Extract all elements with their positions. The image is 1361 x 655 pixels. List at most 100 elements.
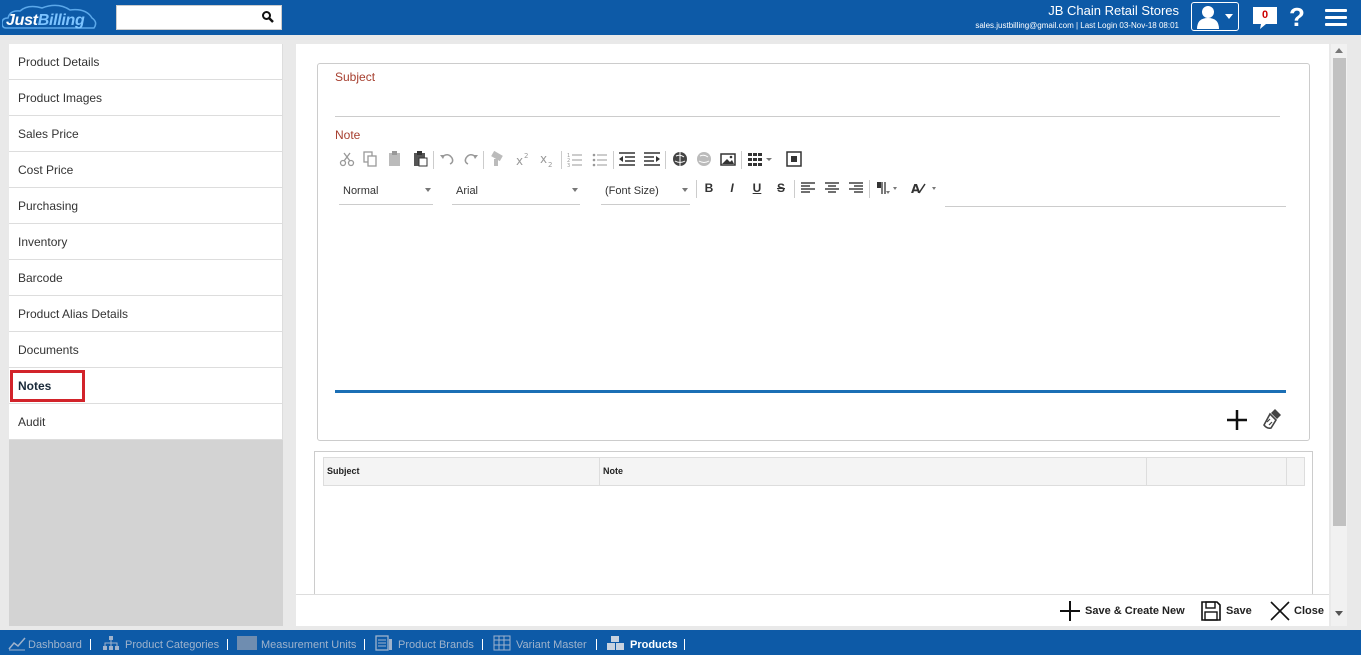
- chevron-down-icon: [1225, 14, 1233, 19]
- font-select[interactable]: Arial: [452, 183, 580, 205]
- toolbar-separator: [869, 180, 870, 198]
- svg-text:3: 3: [567, 163, 570, 168]
- footer-tab-label: Product Brands: [398, 639, 474, 651]
- numbered-list-icon[interactable]: 123: [566, 150, 584, 168]
- search-input[interactable]: [117, 6, 257, 29]
- cut-icon[interactable]: [338, 150, 356, 168]
- bold-button[interactable]: B: [701, 180, 717, 196]
- save-label: Save: [1226, 605, 1252, 617]
- hamburger-menu-icon[interactable]: [1325, 9, 1347, 27]
- user-menu-button[interactable]: [1191, 2, 1239, 31]
- footer-separator: [596, 639, 597, 650]
- app-logo[interactable]: JustBilling: [2, 4, 98, 32]
- align-left-icon[interactable]: [800, 180, 816, 196]
- copy-icon[interactable]: [361, 150, 379, 168]
- boxes-icon: [607, 636, 624, 650]
- logo-text: JustBilling: [6, 12, 85, 29]
- superscript-icon[interactable]: x2: [514, 150, 532, 168]
- grid-icon: [493, 635, 511, 651]
- align-center-icon[interactable]: [824, 180, 840, 196]
- sidebar-item-barcode[interactable]: Barcode: [9, 260, 283, 296]
- dashboard-chart-icon: [8, 637, 26, 651]
- spellcheck-icon[interactable]: A: [910, 180, 938, 196]
- strikethrough-button[interactable]: S: [773, 180, 789, 196]
- vertical-scrollbar[interactable]: [1331, 44, 1347, 626]
- notification-count: 0: [1256, 8, 1274, 22]
- bullet-list-icon[interactable]: [591, 150, 609, 168]
- column-header-note[interactable]: Note: [600, 458, 1147, 485]
- sidebar-item-cost-price[interactable]: Cost Price: [9, 152, 283, 188]
- fullscreen-icon[interactable]: [785, 150, 803, 168]
- notifications-button[interactable]: 0: [1252, 6, 1278, 30]
- link-icon[interactable]: [671, 150, 689, 168]
- footer-tab-label: Measurement Units: [261, 639, 357, 651]
- footer-separator: [90, 639, 91, 650]
- user-avatar-icon: [1197, 6, 1233, 29]
- sidebar-item-product-details[interactable]: Product Details: [9, 44, 283, 80]
- sidebar-item-product-images[interactable]: Product Images: [9, 80, 283, 116]
- save-create-new-label: Save & Create New: [1085, 605, 1185, 617]
- add-note-icon[interactable]: [1225, 408, 1249, 432]
- outdent-icon[interactable]: [618, 150, 636, 168]
- toolbar-separator: [433, 151, 434, 169]
- subscript-icon[interactable]: x2: [538, 150, 556, 168]
- footer-separator: [482, 639, 483, 650]
- toolbar-separator: [794, 180, 795, 198]
- footer-tab-label: Product Categories: [125, 639, 220, 651]
- unlink-icon[interactable]: [695, 150, 713, 168]
- svg-text:2: 2: [524, 152, 528, 160]
- note-editor[interactable]: [335, 214, 1286, 390]
- footer-separator: [684, 639, 685, 650]
- paste-icon[interactable]: [386, 150, 404, 168]
- font-size-select[interactable]: (Font Size): [601, 183, 690, 205]
- sidebar-item-notes[interactable]: Notes: [9, 368, 283, 404]
- paste-text-icon[interactable]: [411, 150, 429, 168]
- column-header-subject[interactable]: Subject: [324, 458, 600, 485]
- help-icon[interactable]: ?: [1289, 3, 1305, 31]
- close-label: Close: [1294, 605, 1324, 617]
- close-button[interactable]: Close: [1269, 598, 1327, 624]
- note-label: Note: [335, 128, 361, 142]
- sidebar-item-product-alias-details[interactable]: Product Alias Details: [9, 296, 283, 332]
- svg-text:x: x: [516, 154, 523, 168]
- sidebar-item-sales-price[interactable]: Sales Price: [9, 116, 283, 152]
- redo-icon[interactable]: [462, 150, 480, 168]
- indent-icon[interactable]: [643, 150, 661, 168]
- toolbar-separator: [561, 151, 562, 169]
- save-create-new-button[interactable]: Save & Create New: [1059, 598, 1185, 624]
- scroll-down-arrow[interactable]: [1335, 611, 1343, 616]
- search-box: [116, 5, 282, 30]
- clear-brush-icon[interactable]: [1261, 407, 1285, 431]
- chevron-down-icon: [425, 188, 431, 192]
- save-button[interactable]: Save: [1200, 598, 1256, 624]
- login-info: sales.justbilling@gmail.com | Last Login…: [975, 21, 1179, 30]
- search-icon[interactable]: [261, 10, 275, 24]
- measurement-ruler-icon: [237, 636, 257, 650]
- scrollbar-thumb[interactable]: [1333, 58, 1346, 526]
- sidebar-item-inventory[interactable]: Inventory: [9, 224, 283, 260]
- undo-icon[interactable]: [438, 150, 456, 168]
- italic-button[interactable]: I: [724, 180, 740, 196]
- footer-taskbar: Dashboard Product Categories Measurement…: [0, 630, 1361, 655]
- editor-bottom-border: [335, 390, 1286, 393]
- sidebar-item-purchasing[interactable]: Purchasing: [9, 188, 283, 224]
- table-icon[interactable]: [746, 150, 764, 168]
- toolbar-separator: [613, 151, 614, 169]
- sidebar-item-audit[interactable]: Audit: [9, 404, 283, 440]
- note-form: Subject Note x2 x2 123 Normal Arial (Fon…: [317, 63, 1310, 441]
- scroll-up-arrow[interactable]: [1335, 48, 1343, 53]
- footer-tab-label: Dashboard: [28, 639, 82, 651]
- chevron-down-icon[interactable]: [765, 150, 773, 168]
- image-icon[interactable]: [719, 150, 737, 168]
- format-select-value: Normal: [343, 185, 379, 197]
- remove-format-icon[interactable]: [488, 150, 506, 168]
- subject-input[interactable]: [335, 90, 1280, 116]
- align-right-icon[interactable]: [848, 180, 864, 196]
- svg-text:A: A: [911, 182, 921, 196]
- text-direction-icon[interactable]: [875, 180, 897, 196]
- sidebar-item-documents[interactable]: Documents: [9, 332, 283, 368]
- underline-button[interactable]: U: [749, 180, 765, 196]
- svg-text:2: 2: [548, 161, 552, 168]
- grid-header: Subject Note: [323, 457, 1305, 486]
- format-select[interactable]: Normal: [339, 183, 433, 205]
